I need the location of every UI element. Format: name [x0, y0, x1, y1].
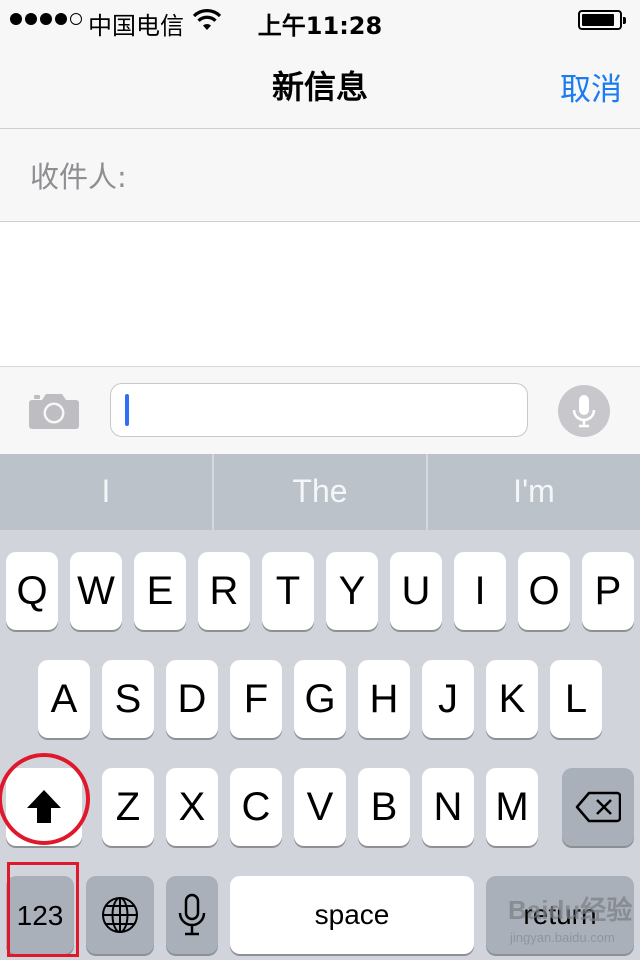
- key-y[interactable]: Y: [326, 552, 378, 630]
- key-a[interactable]: A: [38, 660, 90, 738]
- recipient-label: 收件人:: [30, 160, 127, 194]
- annotation-rectangle: [7, 862, 79, 957]
- key-q[interactable]: Q: [6, 552, 58, 630]
- suggestion-item[interactable]: I: [0, 454, 212, 530]
- key-t[interactable]: T: [262, 552, 314, 630]
- navigation-bar: 新信息 取消: [0, 40, 640, 129]
- suggestion-item[interactable]: I'm: [426, 454, 640, 530]
- clock: 上午11:28: [257, 12, 383, 40]
- backspace-icon: [575, 791, 621, 823]
- key-l[interactable]: L: [550, 660, 602, 738]
- key-u[interactable]: U: [390, 552, 442, 630]
- dictation-button[interactable]: [558, 385, 610, 437]
- key-h[interactable]: H: [358, 660, 410, 738]
- delete-key[interactable]: [562, 768, 634, 846]
- status-bar: 中国电信 上午11:28: [0, 0, 640, 40]
- message-area: [0, 222, 640, 366]
- key-x[interactable]: X: [166, 768, 218, 846]
- text-cursor: [125, 394, 129, 426]
- message-input-bar: [0, 366, 640, 455]
- suggestion-item[interactable]: The: [212, 454, 426, 530]
- watermark-logo: Baidu经验: [508, 895, 633, 925]
- key-c[interactable]: C: [230, 768, 282, 846]
- camera-icon[interactable]: [28, 391, 80, 429]
- annotation-circle: [0, 753, 90, 845]
- dictation-key[interactable]: [166, 876, 218, 954]
- key-i[interactable]: I: [454, 552, 506, 630]
- key-f[interactable]: F: [230, 660, 282, 738]
- key-w[interactable]: W: [70, 552, 122, 630]
- suggestion-bar: I The I'm: [0, 454, 640, 530]
- key-j[interactable]: J: [422, 660, 474, 738]
- key-g[interactable]: G: [294, 660, 346, 738]
- key-z[interactable]: Z: [102, 768, 154, 846]
- cancel-button[interactable]: 取消: [560, 64, 622, 109]
- microphone-icon: [572, 395, 596, 428]
- message-text-field[interactable]: [110, 383, 528, 437]
- key-k[interactable]: K: [486, 660, 538, 738]
- key-b[interactable]: B: [358, 768, 410, 846]
- microphone-icon: [178, 893, 206, 936]
- key-r[interactable]: R: [198, 552, 250, 630]
- key-d[interactable]: D: [166, 660, 218, 738]
- key-s[interactable]: S: [102, 660, 154, 738]
- globe-key[interactable]: [86, 876, 154, 954]
- key-m[interactable]: M: [486, 768, 538, 846]
- space-key[interactable]: space: [230, 876, 474, 954]
- recipient-field[interactable]: 收件人:: [0, 129, 640, 222]
- globe-icon: [102, 897, 138, 933]
- key-o[interactable]: O: [518, 552, 570, 630]
- page-title: 新信息: [271, 68, 368, 106]
- key-v[interactable]: V: [294, 768, 346, 846]
- key-n[interactable]: N: [422, 768, 474, 846]
- battery-icon: [578, 10, 626, 30]
- key-p[interactable]: P: [582, 552, 634, 630]
- watermark-url: jingyan.baidu.com: [510, 930, 615, 945]
- key-e[interactable]: E: [134, 552, 186, 630]
